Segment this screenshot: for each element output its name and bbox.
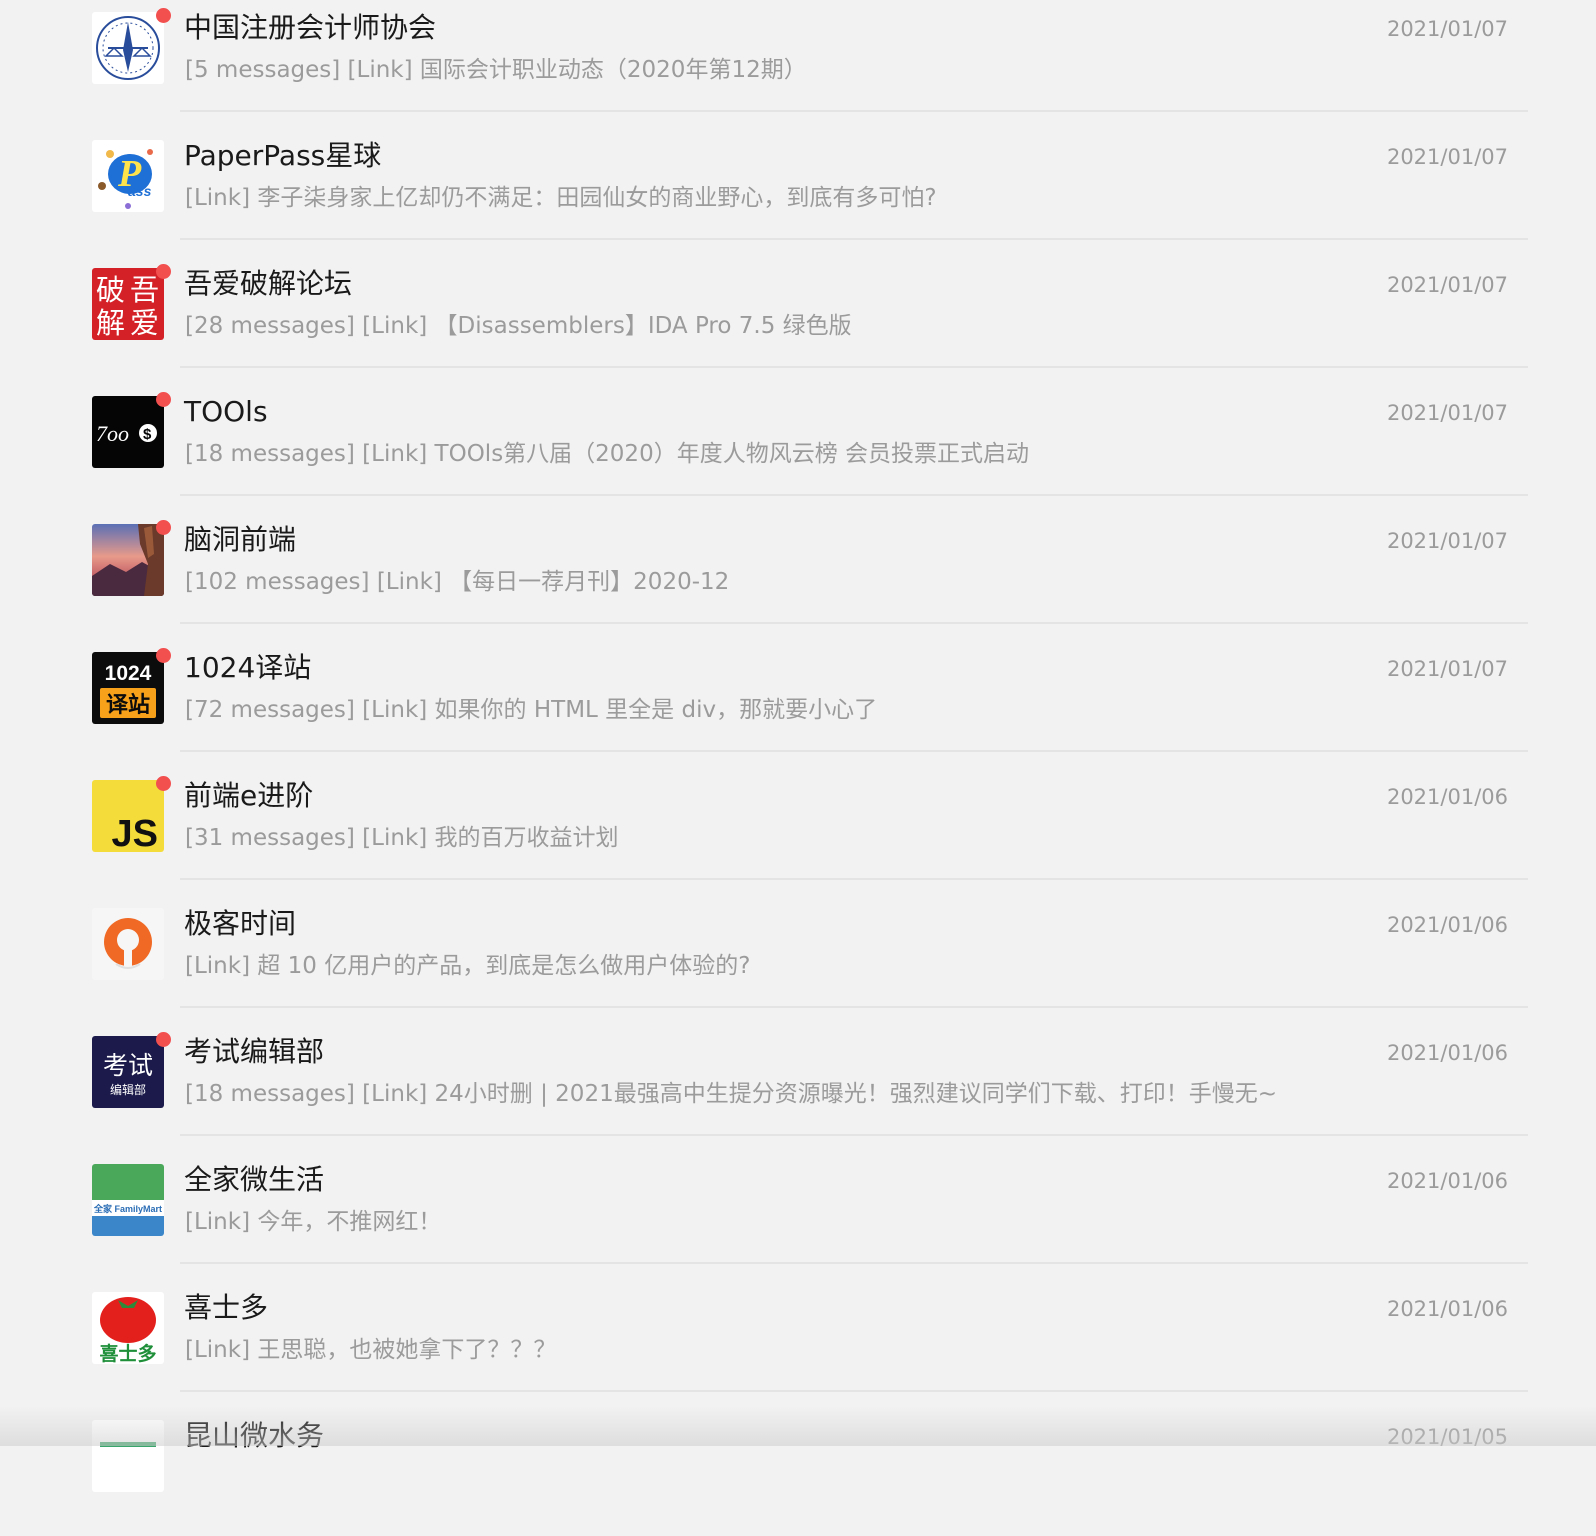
svg-text:考试: 考试: [103, 1051, 153, 1080]
chat-title: 1024译站: [184, 651, 312, 684]
chat-date: 2021/01/06: [1386, 913, 1508, 937]
chat-preview: [18 messages] [Link] TOOls第八届（2020）年度人物风…: [185, 441, 1030, 467]
chat-preview: [Link] 今年，不推网红！: [185, 1209, 442, 1235]
chat-preview: [102 messages] [Link] 【每日一荐月刊】2020-12: [185, 569, 730, 595]
unread-dot: [156, 392, 171, 407]
chat-date: 2021/01/06: [1386, 1041, 1508, 1065]
geektime-logo-icon: [92, 908, 164, 980]
row-divider: [180, 110, 1528, 112]
svg-text:编辑部: 编辑部: [110, 1082, 146, 1097]
row-divider: [180, 494, 1528, 496]
chat-list: 中国注册会计师协会 [5 messages] [Link] 国际会计职业动态（2…: [0, 0, 1596, 1536]
chat-preview: [Link] 超 10 亿用户的产品，到底是怎么做用户体验的?: [185, 953, 751, 979]
chat-row[interactable]: 破 吾 解 爱 吾爱破解论坛 [28 messages] [Link] 【Dis…: [0, 256, 1596, 384]
svg-text:$: $: [143, 426, 152, 443]
svg-text:解: 解: [96, 306, 125, 340]
landscape-avatar-icon: [92, 524, 164, 596]
row-divider: [180, 238, 1528, 240]
row-divider: [180, 366, 1528, 368]
chat-date: 2021/01/06: [1386, 1297, 1508, 1321]
unread-dot: [156, 264, 171, 279]
chat-row[interactable]: 7oo $ TOOls [18 messages] [Link] TOOls第八…: [0, 384, 1596, 512]
chat-date: 2021/01/07: [1386, 145, 1508, 169]
svg-text:爱: 爱: [130, 306, 159, 340]
chat-row[interactable]: 考试 编辑部 考试编辑部 [18 messages] [Link] 24小时删 …: [0, 1024, 1596, 1152]
row-divider: [180, 750, 1528, 752]
chat-date: 2021/01/07: [1386, 17, 1508, 41]
chat-date: 2021/01/07: [1386, 657, 1508, 681]
unread-dot: [156, 520, 171, 535]
chat-preview: [18 messages] [Link] 24小时删 | 2021最强高中生提分…: [185, 1081, 1277, 1107]
chat-title: PaperPass星球: [184, 139, 382, 172]
chat-preview: [Link] 王思聪，也被她拿下了？？？: [185, 1337, 557, 1363]
unread-dot: [156, 648, 171, 663]
exam-logo-icon: 考试 编辑部: [92, 1036, 164, 1108]
chat-row[interactable]: P ass PaperPass星球 [Link] 李子柒身家上亿却仍不满足：田园…: [0, 128, 1596, 256]
kunshan-water-logo-icon: [92, 1420, 164, 1492]
unread-dot: [156, 8, 171, 23]
chat-preview: [Link] 李子柒身家上亿却仍不满足：田园仙女的商业野心，到底有多可怕?: [185, 185, 937, 211]
paperpass-logo-icon: P ass: [92, 140, 164, 212]
chat-date: 2021/01/05: [1386, 1425, 1508, 1449]
chat-date: 2021/01/06: [1386, 1169, 1508, 1193]
svg-text:ass: ass: [128, 183, 152, 199]
row-divider: [180, 1390, 1528, 1392]
chat-title: 喜士多: [184, 1291, 269, 1324]
chat-title: 前端e进阶: [184, 779, 314, 812]
chat-title: 昆山微水务: [184, 1419, 325, 1452]
svg-text:破: 破: [96, 273, 125, 307]
chat-row[interactable]: 昆山微水务 2021/01/05: [0, 1408, 1596, 1536]
chat-preview: [72 messages] [Link] 如果你的 HTML 里全是 div，那…: [185, 697, 878, 723]
chat-preview: [28 messages] [Link] 【Disassemblers】IDA …: [185, 313, 852, 339]
unread-dot: [156, 1032, 171, 1047]
row-divider: [180, 1006, 1528, 1008]
chat-row[interactable]: 喜士多 喜士多 [Link] 王思聪，也被她拿下了？？？ 2021/01/06: [0, 1280, 1596, 1408]
chat-title: 中国注册会计师协会: [184, 11, 437, 44]
svg-text:JS: JS: [112, 813, 158, 852]
chat-row[interactable]: 极客时间 [Link] 超 10 亿用户的产品，到底是怎么做用户体验的? 202…: [0, 896, 1596, 1024]
svg-text:1024: 1024: [105, 662, 152, 685]
chat-title: 极客时间: [184, 907, 297, 940]
chat-row[interactable]: 中国注册会计师协会 [5 messages] [Link] 国际会计职业动态（2…: [0, 0, 1596, 128]
chat-row[interactable]: 全家 FamilyMart 全家微生活 [Link] 今年，不推网红！ 2021…: [0, 1152, 1596, 1280]
svg-text:吾: 吾: [130, 273, 159, 307]
cicpa-logo-icon: [92, 12, 164, 84]
chat-title: TOOls: [184, 395, 268, 428]
chat-date: 2021/01/07: [1386, 529, 1508, 553]
tomato-logo-icon: 喜士多: [92, 1292, 164, 1364]
row-divider: [180, 878, 1528, 880]
svg-text:译站: 译站: [106, 693, 150, 718]
svg-text:全家 FamilyMart: 全家 FamilyMart: [93, 1203, 162, 1214]
svg-text:喜士多: 喜士多: [99, 1342, 156, 1364]
chat-title: 脑洞前端: [184, 523, 297, 556]
chat-date: 2021/01/06: [1386, 785, 1508, 809]
chat-row[interactable]: 1024 译站 1024译站 [72 messages] [Link] 如果你的…: [0, 640, 1596, 768]
chat-title: 吾爱破解论坛: [184, 267, 353, 300]
52pojie-logo-icon: 破 吾 解 爱: [92, 268, 164, 340]
row-divider: [180, 1134, 1528, 1136]
chat-date: 2021/01/07: [1386, 401, 1508, 425]
1024-logo-icon: 1024 译站: [92, 652, 164, 724]
js-logo-icon: JS: [92, 780, 164, 852]
unread-dot: [156, 776, 171, 791]
chat-preview: [31 messages] [Link] 我的百万收益计划: [185, 825, 619, 851]
row-divider: [180, 1262, 1528, 1264]
chat-date: 2021/01/07: [1386, 273, 1508, 297]
chat-row[interactable]: JS 前端e进阶 [31 messages] [Link] 我的百万收益计划 2…: [0, 768, 1596, 896]
familymart-logo-icon: 全家 FamilyMart: [92, 1164, 164, 1236]
chat-title: 全家微生活: [184, 1163, 325, 1196]
svg-text:7oo: 7oo: [96, 421, 129, 446]
row-divider: [180, 622, 1528, 624]
chat-title: 考试编辑部: [184, 1035, 325, 1068]
tools-logo-icon: 7oo $: [92, 396, 164, 468]
chat-preview: [5 messages] [Link] 国际会计职业动态（2020年第12期）: [185, 57, 807, 83]
chat-row[interactable]: 脑洞前端 [102 messages] [Link] 【每日一荐月刊】2020-…: [0, 512, 1596, 640]
